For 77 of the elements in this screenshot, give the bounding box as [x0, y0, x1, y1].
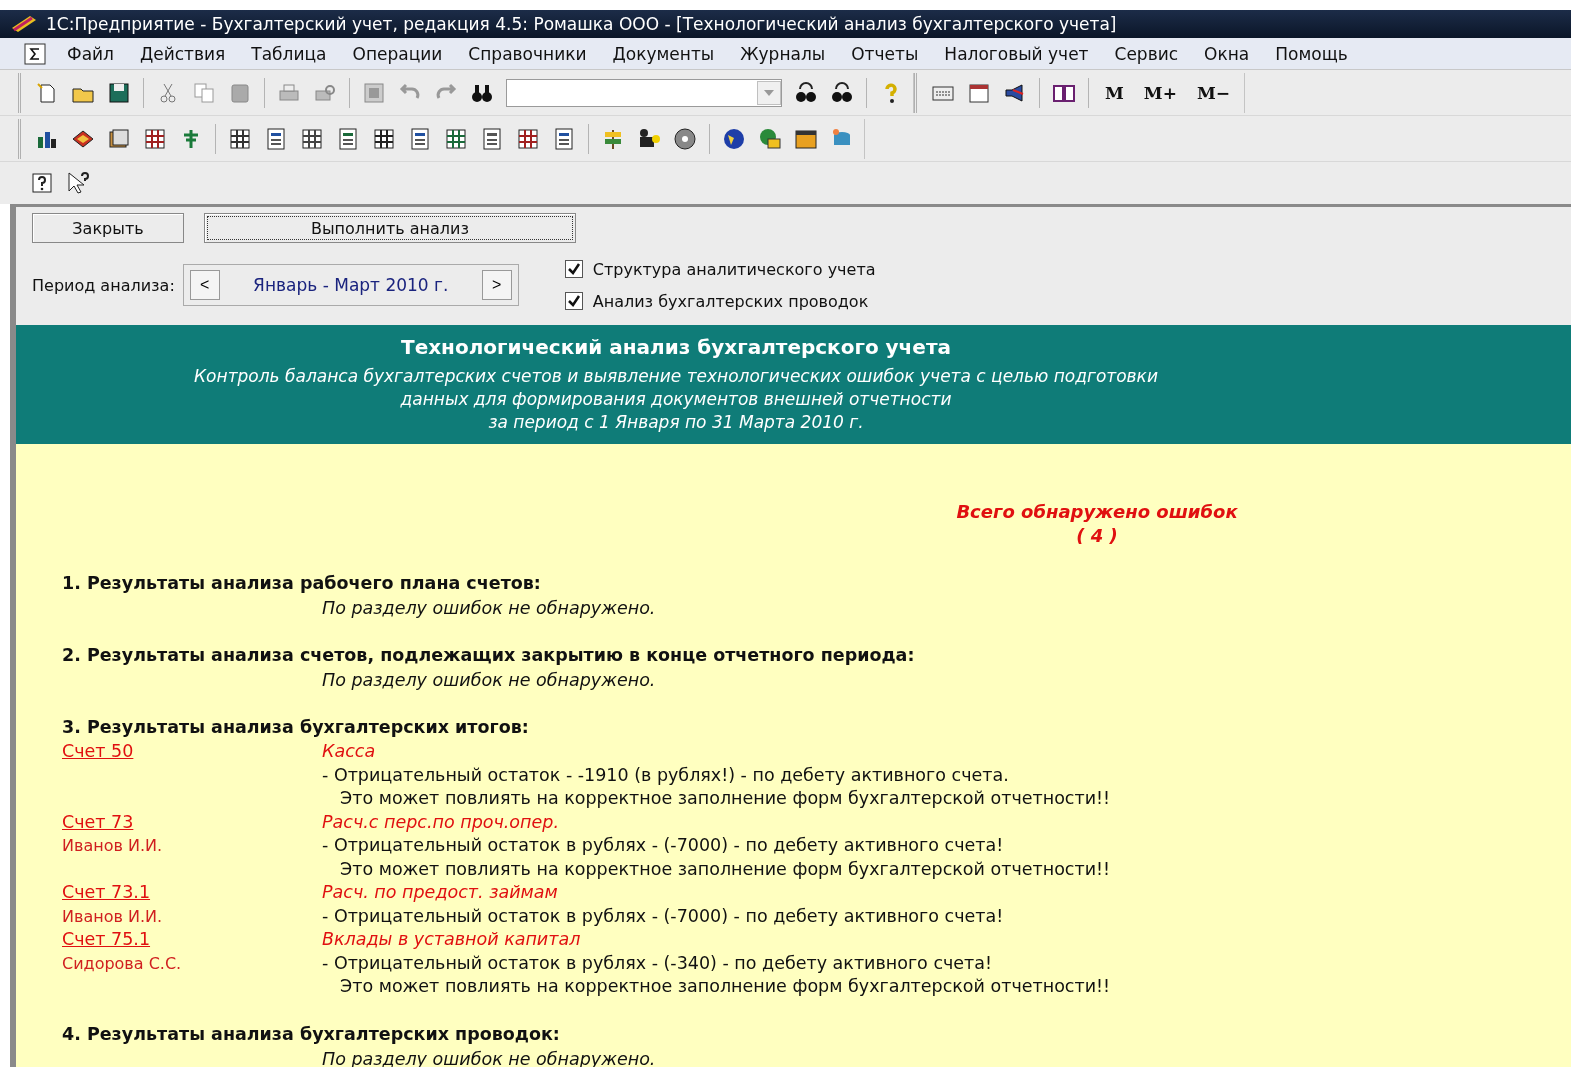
caret-icon — [764, 89, 774, 96]
report-subtitle: за период с 1 Января по 31 Марта 2010 г. — [488, 411, 864, 434]
account-link[interactable]: Счет 75.1 — [62, 929, 151, 949]
dropdown-button[interactable] — [757, 80, 781, 105]
menu-item[interactable]: Файл — [54, 43, 127, 64]
menu-item[interactable]: Действия — [126, 43, 239, 64]
account-name: Расч.с перс.по проч.опер. — [322, 811, 559, 832]
account-link[interactable]: Счет 73 — [62, 811, 134, 832]
menu-item[interactable]: Отчеты — [838, 43, 932, 64]
document-icon[interactable] — [408, 126, 432, 151]
account-name: Расч. по предост. займам — [322, 882, 558, 902]
globe-icon[interactable] — [722, 126, 746, 151]
error-total-label: Всего обнаружено ошибок — [956, 500, 1238, 524]
error-count: ( 4 ) — [1076, 524, 1118, 548]
account-name: Касса — [322, 741, 376, 761]
warning-message: Это может повлиять на корректное заполнение форм бухгалтерской отчетности!! — [339, 788, 1111, 808]
menu-item[interactable]: Таблица — [238, 43, 340, 64]
table-icon[interactable] — [516, 126, 540, 151]
menu-item[interactable]: Сервис — [1101, 43, 1192, 64]
error-message: - Отрицательный остаток в рублях - (-7000) - по дебету активного счета! — [322, 905, 1004, 926]
menu-item[interactable]: Операции — [339, 43, 456, 64]
report-subtitle: Контроль баланса бухгалтерских счетов и выявление технологических ошибок учета с целью подготовки — [194, 365, 1158, 388]
section-note: По разделу ошибок не обнаружено. — [322, 597, 657, 620]
document-icon[interactable] — [264, 126, 288, 151]
table-icon[interactable] — [444, 126, 468, 151]
section-heading: 3. Результаты анализа бухгалтерских итогов: — [62, 716, 530, 739]
memory-button[interactable]: M — [1101, 82, 1128, 103]
error-message: - Отрицательный остаток в рублях - (-340) - по дебету активного счета! — [322, 952, 993, 973]
report-title: Технологический анализ бухгалтерского учета — [401, 335, 951, 359]
menu-item[interactable]: Окна — [1191, 43, 1263, 64]
checkbox-option[interactable]: Анализ бухгалтерских проводок — [564, 289, 876, 313]
menu-item[interactable]: Справочники — [455, 43, 600, 64]
report-subtitle: данных для формирования документов внешней отчетности — [400, 388, 952, 411]
next-period-button[interactable]: > — [481, 270, 512, 300]
period-selector[interactable]: < Январь - Март 2010 г. > — [182, 264, 519, 306]
menu-item[interactable]: Документы — [599, 43, 728, 64]
document-icon[interactable] — [336, 126, 360, 151]
person-name: Иванов И.И. — [62, 906, 163, 926]
sum-icon[interactable] — [24, 42, 46, 65]
document-icon[interactable] — [552, 126, 576, 151]
checkbox-option[interactable]: Структура аналитического учета — [564, 257, 876, 281]
period-label: Период анализа: — [32, 275, 175, 295]
binoculars-icon[interactable] — [830, 80, 854, 105]
disc-icon[interactable] — [673, 126, 697, 151]
section-note: По разделу ошибок не обнаружено. — [322, 669, 657, 692]
window-title: 1С:Предприятие - Бухгалтерский учет, редакция 4.5: Ромашка ООО - [Технологический анализ бухгалтерского учета] — [46, 14, 1117, 34]
checkbox[interactable] — [564, 292, 583, 310]
help-icon[interactable] — [30, 171, 54, 195]
account-link[interactable]: Счет 73.1 — [62, 882, 151, 902]
section-heading: 1. Результаты анализа рабочего плана счетов: — [62, 572, 542, 595]
memory-button[interactable]: M+ — [1139, 82, 1181, 103]
previous-period-button[interactable]: < — [189, 270, 220, 300]
menu-item[interactable]: Журналы — [727, 43, 839, 64]
table-icon[interactable] — [372, 126, 396, 151]
run-analysis-button[interactable]: Выполнить анализ — [204, 213, 576, 243]
section-heading: 4. Результаты анализа бухгалтерских проводок: — [62, 1022, 561, 1046]
table-icon[interactable] — [300, 126, 324, 151]
warning-message: Это может повлиять на корректное заполнение форм бухгалтерской отчетности!! — [339, 976, 1111, 996]
pointer-help-icon[interactable] — [66, 171, 90, 195]
binoculars-icon[interactable] — [794, 80, 818, 105]
app-logo-icon — [10, 14, 38, 34]
person-name: Иванов И.И. — [62, 836, 163, 855]
person-name: Сидорова С.С. — [62, 953, 182, 973]
search-combo-field[interactable] — [506, 78, 782, 107]
menu-item[interactable]: Помощь — [1262, 43, 1361, 64]
menu-item[interactable]: Налоговый учет — [931, 43, 1102, 64]
document-icon[interactable] — [480, 126, 504, 151]
table-icon[interactable] — [228, 126, 252, 151]
checkbox[interactable] — [564, 260, 583, 278]
account-link[interactable]: Счет 50 — [62, 741, 134, 761]
warning-message: Это может повлиять на корректное заполнение форм бухгалтерской отчетности!! — [339, 858, 1111, 879]
close-button[interactable]: Закрыть — [32, 213, 184, 243]
error-message: - Отрицательный остаток - -1910 (в рублях!) - по дебету активного счета. — [322, 764, 1009, 785]
section-heading: 2. Результаты анализа счетов, подлежащих закрытию в конце отчетного периода: — [62, 644, 916, 667]
error-message: - Отрицательный остаток в рублях - (-7000) - по дебету активного счета! — [322, 835, 1004, 855]
account-name: Вклады в уставной капитал — [322, 929, 581, 949]
memory-button[interactable]: M− — [1192, 82, 1234, 103]
